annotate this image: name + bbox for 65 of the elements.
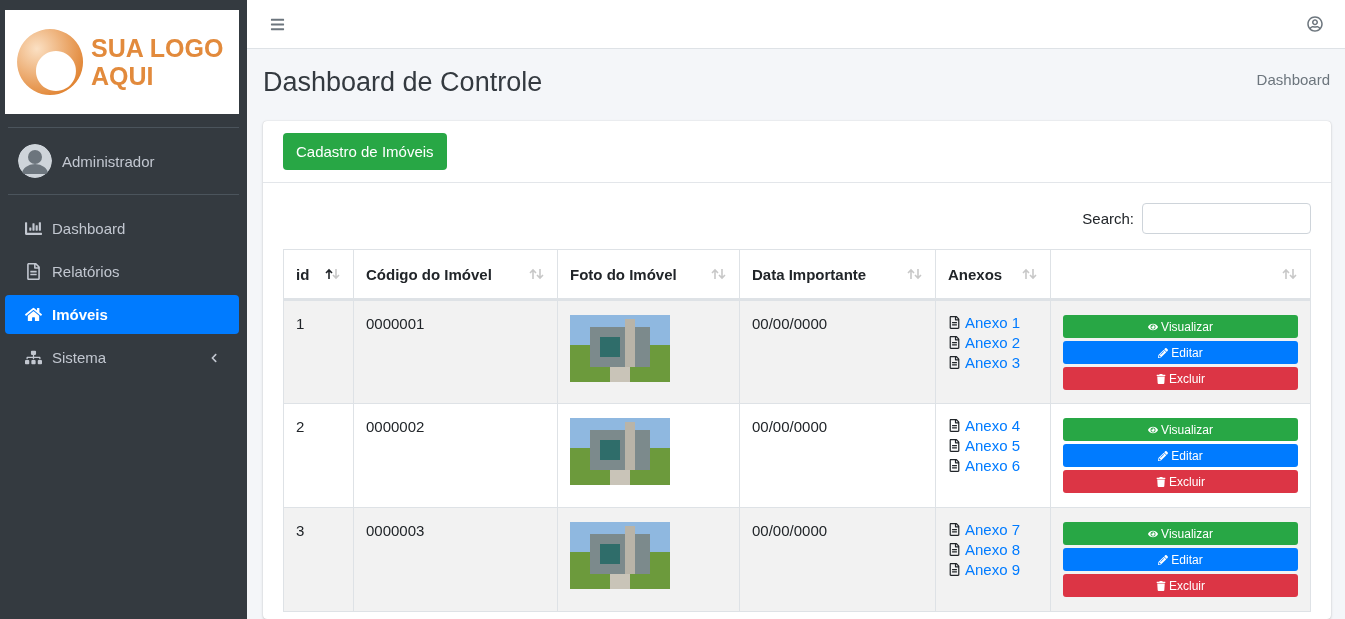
user-icon[interactable] — [1307, 16, 1323, 32]
pencil-icon — [1158, 554, 1169, 565]
logo-text: SUA LOGO AQUI — [91, 34, 224, 90]
attachment-link[interactable]: Anexo 5 — [965, 437, 1021, 454]
add-button[interactable]: Cadastro de Imóveis — [283, 133, 447, 170]
document-icon — [948, 459, 961, 472]
avatar-icon — [18, 144, 52, 178]
home-icon — [25, 306, 42, 323]
attachment-link[interactable]: Anexo 9 — [965, 561, 1021, 578]
table-cell: 3 — [283, 507, 354, 612]
sort-icon[interactable] — [325, 268, 341, 280]
view-button[interactable]: Visualizar — [1063, 522, 1298, 545]
table-cell: 00/00/0000 — [739, 403, 936, 508]
user-name[interactable]: Administrador — [62, 152, 155, 170]
bar-chart-icon — [25, 220, 42, 237]
document-icon — [948, 439, 961, 452]
search-label: Search: — [1082, 210, 1134, 227]
document-icon — [25, 263, 42, 280]
attachment-link[interactable]: Anexo 1 — [965, 314, 1021, 331]
trash-icon — [1156, 476, 1166, 487]
attachment-link[interactable]: Anexo 7 — [965, 521, 1021, 538]
nav-item[interactable]: Relatórios — [5, 252, 239, 291]
table-cell: 00/00/0000 — [739, 299, 936, 404]
edit-button[interactable]: Editar — [1063, 341, 1298, 364]
view-button[interactable]: Visualizar — [1063, 418, 1298, 441]
document-icon — [948, 543, 961, 556]
document-icon — [948, 336, 961, 349]
menu-icon[interactable] — [270, 16, 285, 32]
attachment-link[interactable]: Anexo 8 — [965, 541, 1021, 558]
trash-icon — [1156, 373, 1166, 384]
eye-icon — [1148, 321, 1159, 332]
view-button[interactable]: Visualizar — [1063, 315, 1298, 338]
sitemap-icon — [25, 349, 42, 366]
table-cell: 1 — [283, 299, 354, 404]
delete-button[interactable]: Excluir — [1063, 574, 1298, 597]
attachment-link[interactable]: Anexo 2 — [965, 334, 1021, 351]
nav-item[interactable]: Dashboard — [5, 209, 239, 248]
delete-button[interactable]: Excluir — [1063, 470, 1298, 493]
table-cell: 2 — [283, 403, 354, 508]
nav-item[interactable]: Imóveis — [5, 295, 239, 334]
document-icon — [948, 419, 961, 432]
crescent-icon — [15, 27, 85, 97]
search-field[interactable] — [1142, 203, 1311, 234]
attachment-link[interactable]: Anexo 3 — [965, 354, 1021, 371]
trash-icon — [1156, 580, 1166, 591]
table-cell: 0000003 — [353, 507, 558, 612]
table-cell: 00/00/0000 — [739, 507, 936, 612]
eye-icon — [1148, 528, 1159, 539]
delete-button[interactable]: Excluir — [1063, 367, 1298, 390]
edit-button[interactable]: Editar — [1063, 548, 1298, 571]
pencil-icon — [1158, 450, 1169, 461]
edit-button[interactable]: Editar — [1063, 444, 1298, 467]
attachment-link[interactable]: Anexo 6 — [965, 457, 1021, 474]
table-cell: 0000002 — [353, 403, 558, 508]
page-title: Dashboard de Controle — [263, 67, 543, 99]
document-icon — [948, 563, 961, 576]
attachment-link[interactable]: Anexo 4 — [965, 417, 1021, 434]
pencil-icon — [1158, 347, 1169, 358]
nav-item[interactable]: Sistema — [5, 338, 239, 377]
table-cell: 0000001 — [353, 299, 558, 404]
eye-icon — [1148, 424, 1159, 435]
document-icon — [948, 356, 961, 369]
breadcrumb[interactable]: Dashboard — [1256, 71, 1330, 121]
document-icon — [948, 523, 961, 536]
document-icon — [948, 316, 961, 329]
